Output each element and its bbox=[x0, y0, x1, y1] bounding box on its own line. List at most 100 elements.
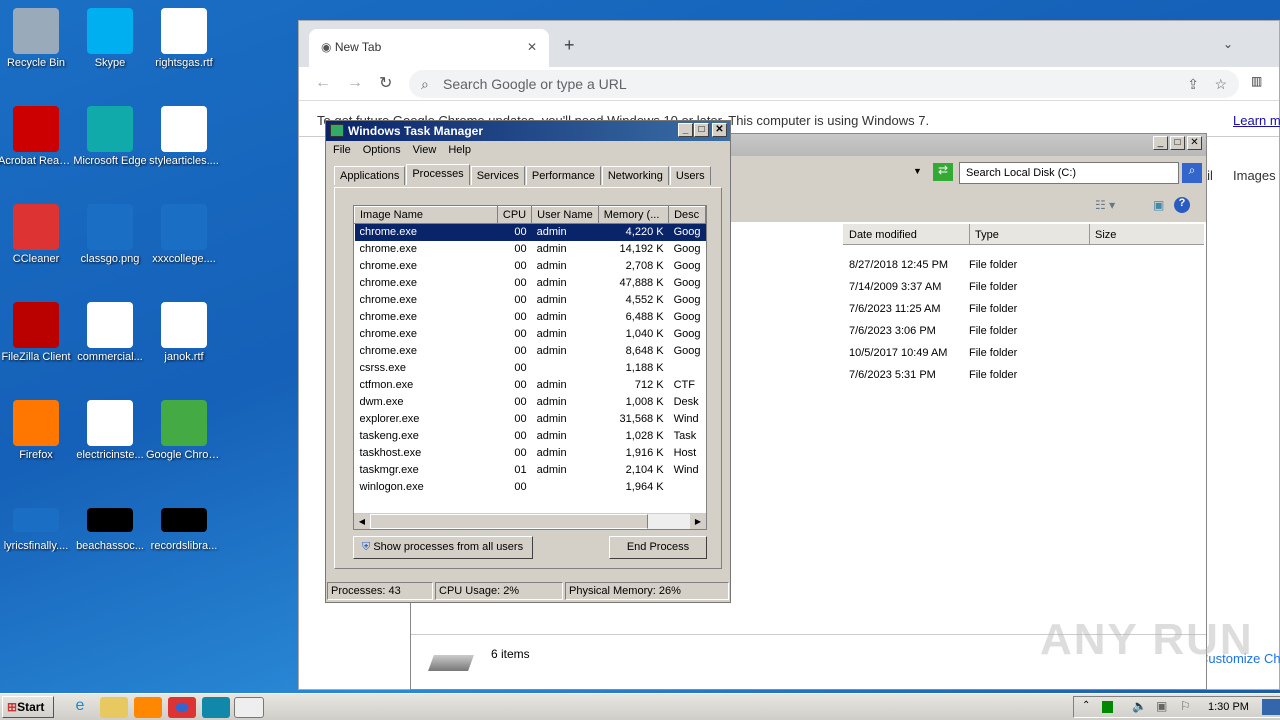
minimize-button[interactable]: _ bbox=[1153, 136, 1168, 150]
horizontal-scrollbar[interactable]: ◀ ▶ bbox=[354, 513, 706, 529]
learn-more-link[interactable]: Learn more bbox=[1233, 113, 1280, 128]
desktop-icon[interactable]: classgo.png bbox=[72, 204, 148, 265]
tab-services[interactable]: Services bbox=[470, 166, 525, 185]
desktop-icon[interactable]: janok.rtf bbox=[146, 302, 222, 363]
desktop-icon[interactable]: electricinste... bbox=[72, 400, 148, 461]
search-button-icon[interactable]: ⌕ bbox=[1182, 163, 1202, 183]
column-date-modified[interactable]: Date modified bbox=[849, 229, 917, 241]
network-icon[interactable]: ▣ bbox=[1156, 699, 1167, 713]
process-row[interactable]: chrome.exe 00 admin 47,888 K Goog bbox=[355, 275, 706, 292]
close-button[interactable]: ✕ bbox=[712, 123, 727, 137]
tab-search-icon[interactable]: ⌄ bbox=[1223, 37, 1233, 51]
column-header[interactable]: CPU bbox=[496, 206, 533, 224]
process-row[interactable]: chrome.exe 00 admin 8,648 K Goog bbox=[355, 343, 706, 360]
column-header[interactable]: Image Name bbox=[354, 206, 498, 224]
volume-icon[interactable]: 🔈 bbox=[1132, 699, 1147, 713]
refresh-icon[interactable]: ⇄ bbox=[933, 163, 953, 181]
process-row[interactable]: chrome.exe 00 admin 2,708 K Goog bbox=[355, 258, 706, 275]
process-row[interactable]: taskeng.exe 00 admin 1,028 K Task bbox=[355, 428, 706, 445]
desktop-icon[interactable]: Firefox bbox=[0, 400, 74, 461]
start-button[interactable]: ⊞Start bbox=[2, 696, 54, 718]
desktop-icon[interactable]: rightsgas.rtf bbox=[146, 8, 222, 69]
minimize-button[interactable]: _ bbox=[678, 123, 693, 137]
media-player-taskbar-icon[interactable] bbox=[134, 697, 162, 718]
task-manager-taskbar-icon[interactable] bbox=[234, 697, 264, 718]
scroll-thumb[interactable] bbox=[370, 514, 648, 529]
column-header[interactable]: Memory (... bbox=[597, 206, 670, 224]
dropdown-icon[interactable]: ▼ bbox=[913, 166, 922, 176]
scroll-left-button[interactable]: ◀ bbox=[354, 514, 370, 529]
process-list[interactable]: Image Name CPU User Name Memory (... Desc chr… bbox=[353, 205, 707, 530]
desktop-icon[interactable]: Google Chrome bbox=[146, 400, 222, 461]
tab-applications[interactable]: Applications bbox=[334, 166, 406, 185]
network-activity-icon[interactable] bbox=[1102, 701, 1113, 713]
back-icon[interactable]: ← bbox=[315, 74, 331, 92]
process-row[interactable]: chrome.exe 00 admin 4,552 K Goog bbox=[355, 292, 706, 309]
file-row[interactable]: 8/27/2018 12:45 PM File folder bbox=[849, 254, 1189, 276]
desktop-icon[interactable]: Acrobat Reader DC bbox=[0, 106, 74, 167]
desktop-icon[interactable]: recordslibra... bbox=[146, 498, 222, 552]
desktop-icon[interactable]: Recycle Bin bbox=[0, 8, 74, 69]
desktop-icon[interactable]: beachassoc... bbox=[72, 498, 148, 552]
side-panel-icon[interactable]: ▥ bbox=[1251, 74, 1262, 88]
preview-pane-icon[interactable]: ▣ bbox=[1153, 198, 1164, 212]
process-row[interactable]: taskmgr.exe 01 admin 2,104 K Wind bbox=[355, 462, 706, 479]
desktop-icon[interactable]: FileZilla Client bbox=[0, 302, 74, 363]
tab-new-tab[interactable]: ◉ New Tab ✕ bbox=[309, 29, 549, 67]
column-header[interactable]: User Name bbox=[531, 206, 599, 224]
close-button[interactable]: ✕ bbox=[1187, 136, 1202, 150]
process-row[interactable]: chrome.exe 00 admin 1,040 K Goog bbox=[355, 326, 706, 343]
edge-taskbar-icon[interactable] bbox=[202, 697, 230, 718]
process-row[interactable]: explorer.exe 00 admin 31,568 K Wind bbox=[355, 411, 706, 428]
explorer-taskbar-icon[interactable] bbox=[100, 697, 128, 718]
desktop-icon[interactable]: lyricsfinally.... bbox=[0, 498, 74, 552]
omnibox[interactable]: ⌕ Search Google or type a URL ⇪ ☆ bbox=[409, 70, 1239, 98]
end-process-button[interactable]: End Process bbox=[609, 536, 707, 559]
chrome-taskbar-icon[interactable] bbox=[168, 697, 196, 718]
menu-view[interactable]: View bbox=[413, 144, 437, 156]
process-row[interactable]: dwm.exe 00 admin 1,008 K Desk bbox=[355, 394, 706, 411]
process-row[interactable]: ctfmon.exe 00 admin 712 K CTF bbox=[355, 377, 706, 394]
show-desktop-button[interactable] bbox=[1262, 699, 1280, 715]
process-row[interactable]: taskhost.exe 00 admin 1,916 K Host bbox=[355, 445, 706, 462]
process-row[interactable]: chrome.exe 00 admin 14,192 K Goog bbox=[355, 241, 706, 258]
bookmark-star-icon[interactable]: ☆ bbox=[1214, 76, 1227, 93]
show-all-processes-button[interactable]: ⛨ Show processes from all users bbox=[353, 536, 533, 559]
clock[interactable]: 1:30 PM bbox=[1208, 701, 1249, 713]
column-header[interactable]: Desc bbox=[668, 206, 706, 224]
help-icon[interactable]: ? bbox=[1174, 197, 1190, 213]
search-input[interactable]: Search Local Disk (C:) bbox=[959, 162, 1179, 184]
file-row[interactable]: 10/5/2017 10:49 AM File folder bbox=[849, 342, 1189, 364]
file-row[interactable]: 7/6/2023 5:31 PM File folder bbox=[849, 364, 1189, 386]
column-size[interactable]: Size bbox=[1089, 224, 1121, 245]
desktop-icon[interactable]: Microsoft Edge bbox=[72, 106, 148, 167]
menu-file[interactable]: File bbox=[333, 144, 351, 156]
ie-taskbar-icon[interactable]: e bbox=[66, 697, 94, 718]
file-row[interactable]: 7/14/2009 3:37 AM File folder bbox=[849, 276, 1189, 298]
column-type[interactable]: Type bbox=[969, 224, 999, 244]
desktop-icon[interactable]: CCleaner bbox=[0, 204, 74, 265]
file-row[interactable]: 7/6/2023 3:06 PM File folder bbox=[849, 320, 1189, 342]
scroll-right-button[interactable]: ▶ bbox=[690, 514, 706, 529]
share-icon[interactable]: ⇪ bbox=[1187, 76, 1199, 93]
menu-help[interactable]: Help bbox=[448, 144, 471, 156]
close-tab-icon[interactable]: ✕ bbox=[527, 40, 537, 54]
view-options-icon[interactable]: ☷ ▾ bbox=[1095, 198, 1115, 212]
forward-icon[interactable]: → bbox=[347, 74, 363, 92]
menu-options[interactable]: Options bbox=[363, 144, 401, 156]
action-center-flag-icon[interactable]: ⚐ bbox=[1180, 699, 1191, 713]
process-row[interactable]: winlogon.exe 00 1,964 K bbox=[355, 479, 706, 496]
tab-networking[interactable]: Networking bbox=[601, 166, 669, 185]
show-hidden-icons[interactable]: ⌃ bbox=[1082, 700, 1090, 711]
process-row[interactable]: chrome.exe 00 admin 4,220 K Goog bbox=[354, 223, 706, 241]
desktop-icon[interactable]: stylearticles.... bbox=[146, 106, 222, 167]
reload-icon[interactable]: ↻ bbox=[379, 73, 392, 93]
tab-performance[interactable]: Performance bbox=[525, 166, 601, 185]
desktop-icon[interactable]: Skype bbox=[72, 8, 148, 69]
file-row[interactable]: 7/6/2023 11:25 AM File folder bbox=[849, 298, 1189, 320]
tab-users[interactable]: Users bbox=[669, 166, 711, 185]
maximize-button[interactable]: □ bbox=[1170, 136, 1185, 150]
desktop-icon[interactable]: xxxcollege.... bbox=[146, 204, 222, 265]
process-row[interactable]: chrome.exe 00 admin 6,488 K Goog bbox=[355, 309, 706, 326]
new-tab-button[interactable]: + bbox=[564, 35, 575, 56]
